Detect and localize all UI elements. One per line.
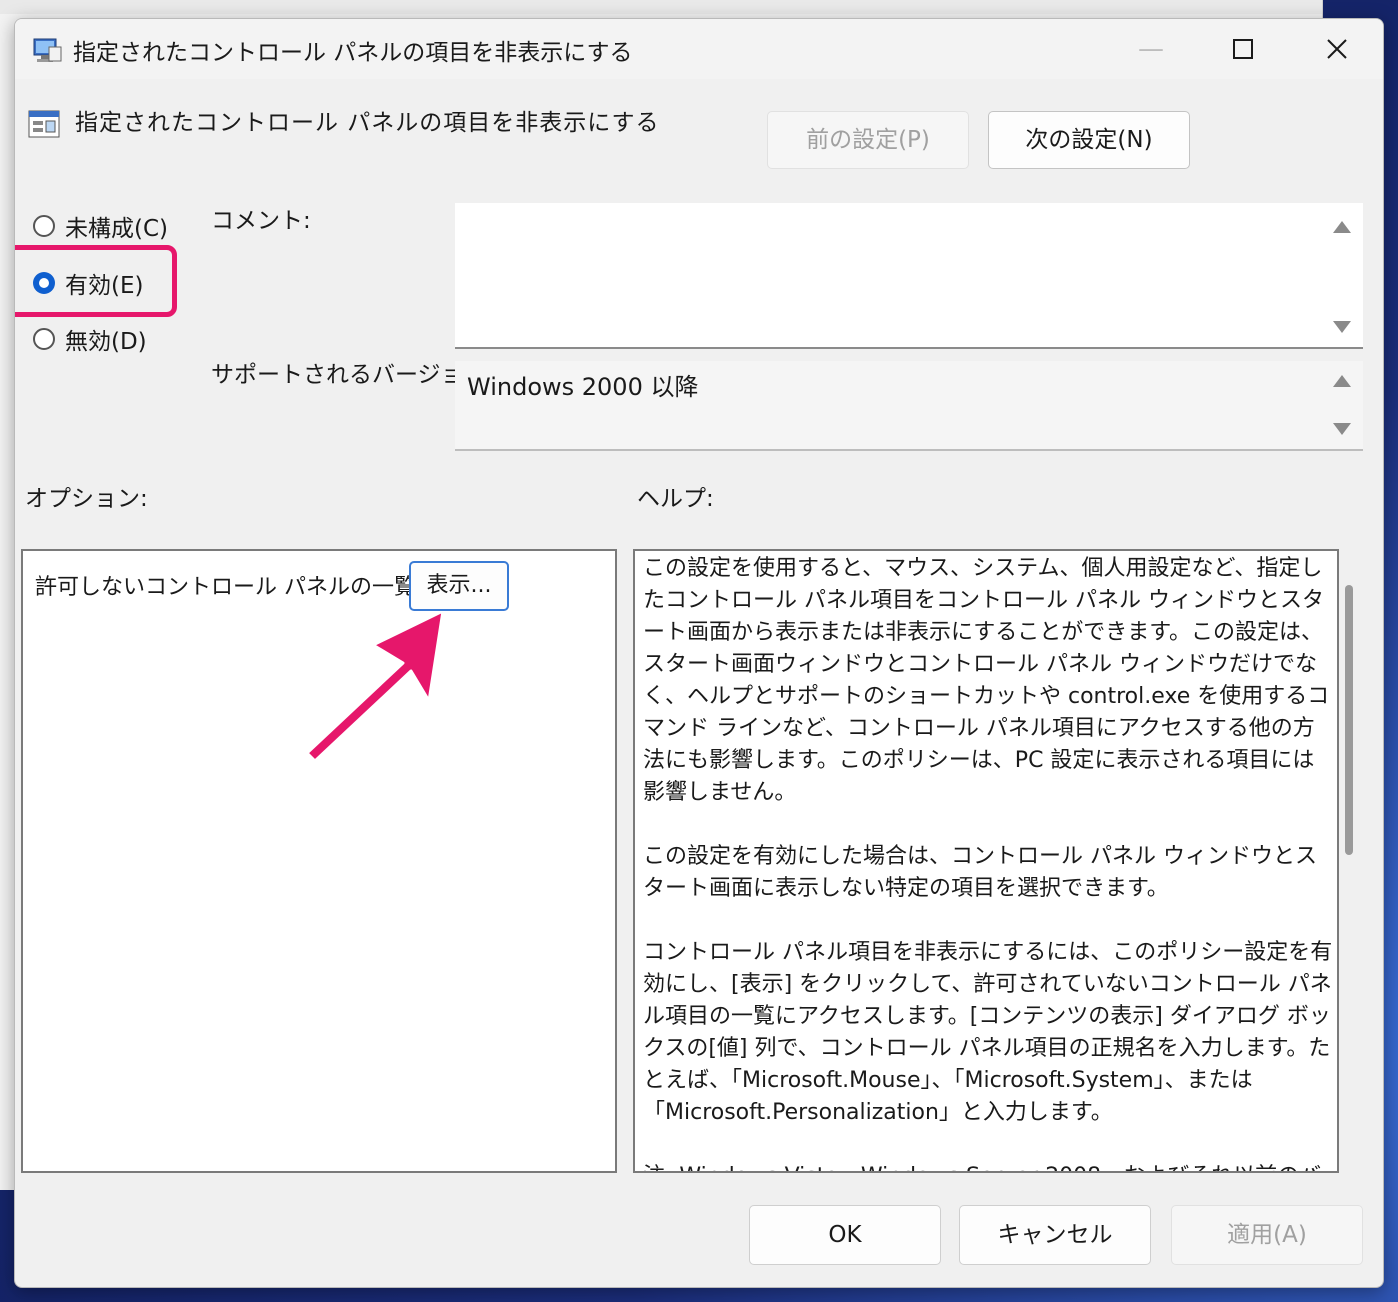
scroll-down-icon[interactable]	[1333, 423, 1351, 435]
help-paragraph: 注: Windows Vista、Windows Server 2008、および…	[643, 1161, 1333, 1171]
scroll-up-icon[interactable]	[1333, 375, 1351, 387]
help-label: ヘルプ:	[637, 486, 714, 512]
policy-name-heading: 指定されたコントロール パネルの項目を非表示にする	[75, 110, 660, 136]
help-paragraph: コントロール パネル項目を非表示にするには、このポリシー設定を有効にし、[表示]…	[643, 940, 1333, 1125]
minimize-icon[interactable]: —	[1121, 29, 1181, 69]
options-panel: 許可しないコントロール パネルの一覧: 表示...	[21, 549, 617, 1173]
disallowed-list-label: 許可しないコントロール パネルの一覧:	[35, 575, 424, 600]
group-policy-icon	[33, 38, 62, 62]
policy-setting-icon	[28, 110, 60, 138]
previous-setting-button[interactable]: 前の設定(P)	[767, 111, 969, 169]
help-paragraph: この設定を有効にした場合は、コントロール パネル ウィンドウとスタート画面に表示…	[643, 844, 1317, 901]
title-bar: 指定されたコントロール パネルの項目を非表示にする —	[15, 19, 1383, 79]
supported-version-value: Windows 2000 以降	[467, 373, 699, 401]
show-list-button[interactable]: 表示...	[409, 561, 509, 611]
supported-version-label: サポートされるバージョン:	[211, 362, 495, 388]
scroll-down-icon[interactable]	[1333, 321, 1351, 333]
pointer-arrow-icon	[305, 611, 443, 761]
next-setting-button[interactable]: 次の設定(N)	[988, 111, 1190, 169]
radio-label: 無効(D)	[65, 329, 147, 355]
ok-button[interactable]: OK	[749, 1205, 941, 1265]
options-label: オプション:	[25, 486, 148, 512]
apply-button[interactable]: 適用(A)	[1171, 1205, 1363, 1265]
supported-version-field: Windows 2000 以降	[455, 361, 1363, 451]
comment-label: コメント:	[211, 208, 311, 234]
radio-label: 未構成(C)	[65, 216, 169, 242]
enabled-highlight-box	[15, 245, 177, 317]
policy-dialog: 指定されたコントロール パネルの項目を非表示にする — 指定されたコントロール …	[14, 18, 1384, 1288]
comment-textarea[interactable]	[455, 203, 1363, 349]
close-icon[interactable]	[1307, 29, 1367, 69]
help-paragraph: この設定を使用すると、マウス、システム、個人用設定など、指定したコントロール パ…	[643, 556, 1330, 805]
radio-disabled[interactable]: 無効(D)	[33, 322, 147, 356]
cancel-button[interactable]: キャンセル	[959, 1205, 1151, 1265]
radio-button-icon[interactable]	[33, 215, 55, 237]
radio-not-configured[interactable]: 未構成(C)	[33, 209, 168, 243]
help-text: この設定を使用すると、マウス、システム、個人用設定など、指定したコントロール パ…	[643, 553, 1333, 1171]
maximize-icon[interactable]	[1213, 29, 1273, 69]
scroll-up-icon[interactable]	[1333, 221, 1351, 233]
background-window-titlebar	[0, 0, 1322, 14]
window-title: 指定されたコントロール パネルの項目を非表示にする	[73, 40, 633, 66]
help-panel: この設定を使用すると、マウス、システム、個人用設定など、指定したコントロール パ…	[633, 549, 1339, 1173]
radio-button-icon[interactable]	[33, 328, 55, 350]
help-scrollbar[interactable]	[1345, 585, 1353, 855]
